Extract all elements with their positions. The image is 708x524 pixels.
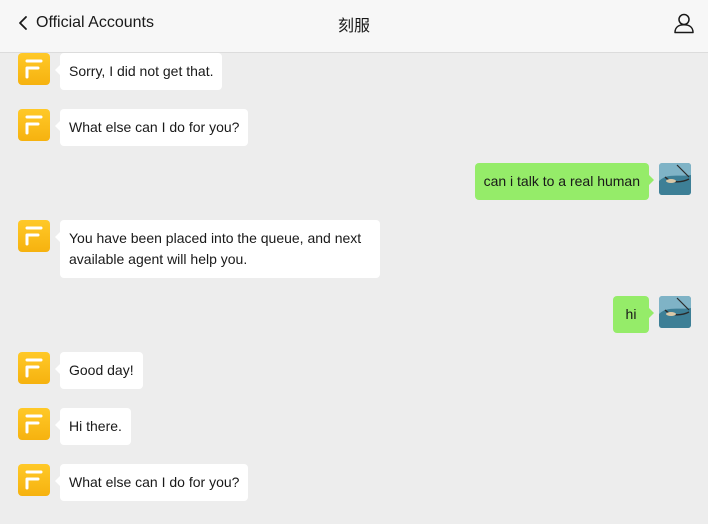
user-photo-icon — [659, 163, 691, 195]
bot-logo-icon — [25, 358, 43, 378]
bot-logo-icon — [25, 59, 43, 79]
bot-logo-icon — [25, 115, 43, 135]
received-message[interactable]: You have been placed into the queue, and… — [55, 220, 380, 278]
sent-message[interactable]: can i talk to a real human — [474, 163, 655, 200]
received-message[interactable]: Hi there. — [55, 408, 131, 445]
user-avatar[interactable] — [659, 163, 691, 195]
profile-button[interactable] — [673, 12, 695, 34]
received-message[interactable]: What else can I do for you? — [54, 464, 249, 501]
bot-avatar[interactable] — [18, 109, 50, 141]
bot-logo-icon — [25, 470, 43, 490]
message-list[interactable]: Sorry, I did not get that. What else can… — [0, 53, 708, 524]
chevron-left-icon — [19, 16, 27, 30]
back-button[interactable]: Official Accounts — [18, 10, 154, 36]
received-message[interactable]: Good day! — [55, 352, 143, 389]
person-icon — [674, 13, 694, 34]
bot-logo-icon — [25, 226, 43, 246]
bot-avatar[interactable] — [18, 408, 50, 440]
top-bar: Official Accounts 刻服 — [0, 0, 708, 53]
received-message[interactable]: What else can I do for you? — [54, 109, 249, 146]
bot-logo-icon — [25, 414, 43, 434]
received-message[interactable]: Sorry, I did not get that. — [54, 53, 223, 90]
back-label: Official Accounts — [36, 14, 154, 31]
bot-avatar[interactable] — [18, 53, 50, 85]
bot-avatar[interactable] — [18, 220, 50, 252]
bot-avatar[interactable] — [18, 352, 50, 384]
bot-avatar[interactable] — [18, 464, 50, 496]
sent-message[interactable]: hi — [613, 296, 654, 333]
user-photo-icon — [659, 296, 691, 328]
user-avatar[interactable] — [659, 296, 691, 328]
